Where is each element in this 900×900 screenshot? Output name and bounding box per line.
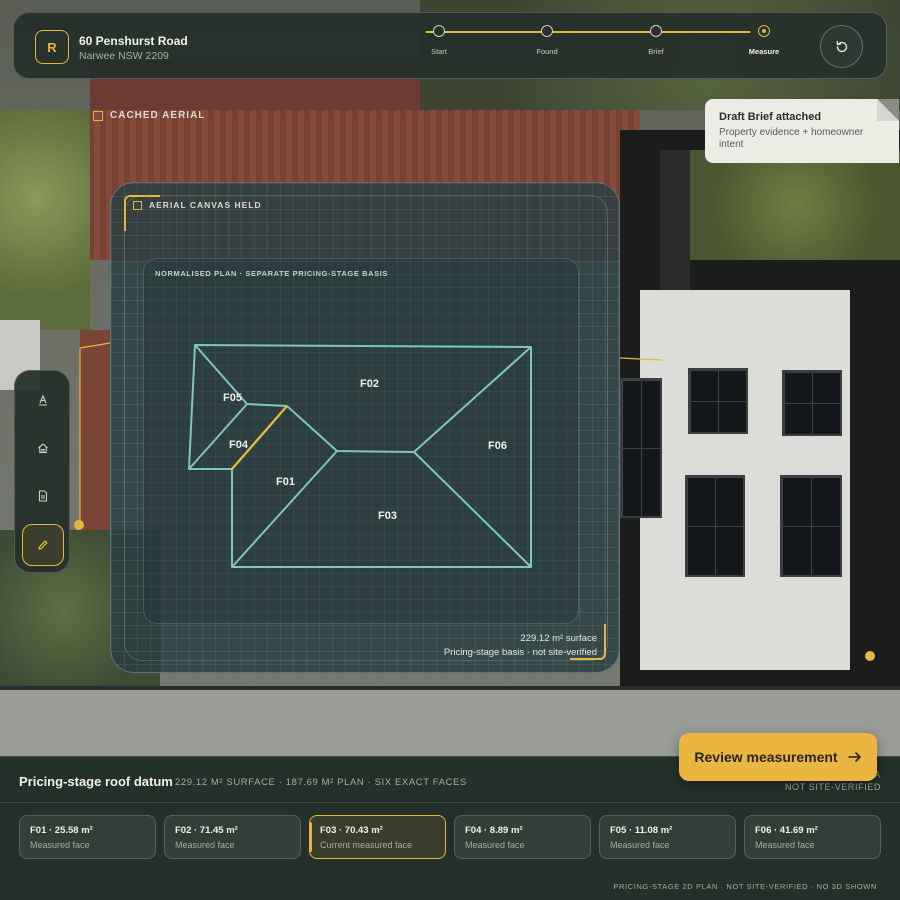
surface-note: 229.12 m² surface Pricing-stage basis · … [444, 632, 597, 660]
face-card-name: F05 · 11.08 m² [610, 825, 673, 836]
document-icon [38, 490, 48, 502]
face-label-f01[interactable]: F01 [276, 476, 295, 488]
step-dot [650, 25, 662, 37]
step-dot [541, 25, 553, 37]
face-label-f03[interactable]: F03 [378, 510, 397, 522]
face-card-name: F06 · 41.69 m² [755, 825, 818, 836]
progress-stepper: Start Found Brief Measure [419, 23, 779, 73]
step-brief[interactable]: Brief [626, 23, 686, 56]
document-tool-button[interactable] [22, 475, 64, 517]
face-card-status: Measured face [30, 840, 90, 850]
step-measure[interactable]: Measure [734, 23, 794, 56]
face-card-name: F02 · 71.45 m² [175, 825, 238, 836]
face-card-f01[interactable]: F01 · 25.58 m² Measured face [19, 815, 156, 859]
dark-roof [660, 150, 690, 290]
edge-handle[interactable] [865, 651, 875, 661]
solar-panel [620, 378, 662, 518]
face-card-status: Measured face [610, 840, 670, 850]
face-card-name: F04 · 8.89 m² [465, 825, 523, 836]
draft-brief-card[interactable]: Draft Brief attached Property evidence +… [705, 99, 899, 163]
face-card-status: Measured face [465, 840, 525, 850]
basis-text: Pricing-stage basis · not site-verified [443, 647, 597, 658]
measurement-canvas[interactable]: AERIAL CANVAS HELD NORMALISED PLAN · SEP… [110, 182, 620, 673]
review-button-label: Review measurement [694, 749, 838, 765]
face-label-f04[interactable]: F04 [229, 439, 249, 451]
datum-title: Pricing-stage roof datum [19, 774, 173, 789]
face-card-name: F01 · 25.58 m² [30, 825, 93, 836]
face-label-f02[interactable]: F02 [360, 378, 379, 390]
refresh-icon [836, 40, 847, 52]
stepper-track [426, 31, 750, 33]
cached-aerial-label: CACHED AERIAL [93, 110, 205, 121]
face-card-status: Measured face [175, 840, 235, 850]
divider [0, 802, 900, 803]
tree-canopy [690, 150, 900, 260]
hip-line [231, 450, 338, 568]
step-label: Start [431, 47, 447, 56]
step-dot [758, 25, 770, 37]
step-label: Found [536, 47, 558, 56]
tool-rail [14, 370, 70, 573]
draft-brief-body: Property evidence + homeowner intent [719, 127, 864, 150]
face-card-f03[interactable]: F03 · 70.43 m² Current measured face [309, 815, 446, 859]
reset-button[interactable] [820, 25, 863, 68]
hip-line [188, 403, 248, 470]
datum-meta: 229.12 M² SURFACE · 187.69 M² PLAN · SIX… [175, 777, 467, 788]
address-title: 60 Penshurst Road [79, 34, 188, 48]
face-card-status: Measured face [755, 840, 815, 850]
edge-handle[interactable] [74, 520, 84, 530]
ridge-line [286, 346, 532, 453]
face-card-f05[interactable]: F05 · 11.08 m² Measured face [599, 815, 736, 859]
step-start[interactable]: Start [409, 23, 469, 56]
solar-panel [780, 475, 842, 577]
face-card-f06[interactable]: F06 · 41.69 m² Measured face [744, 815, 881, 859]
draft-brief-title: Draft Brief attached [719, 111, 822, 123]
measure-tool-button[interactable] [22, 524, 64, 566]
face-card-f02[interactable]: F02 · 71.45 m² Measured face [164, 815, 301, 859]
solar-panel [688, 368, 748, 434]
step-found[interactable]: Found [517, 23, 577, 56]
selected-edge[interactable] [231, 405, 288, 470]
solar-panel [685, 475, 745, 577]
home-tool-button[interactable] [22, 427, 64, 469]
face-list: F01 · 25.58 m² Measured face F02 · 71.45… [19, 815, 881, 859]
cached-aerial-text: CACHED AERIAL [110, 110, 206, 121]
review-measurement-button[interactable]: Review measurement [679, 733, 877, 781]
roof-plan: F05 F02 F04 F06 F01 F03 [188, 344, 532, 568]
address-subtitle: Narwee NSW 2209 [79, 50, 169, 62]
face-label-f05[interactable]: F05 [223, 392, 242, 404]
arrow-right-icon [847, 752, 861, 762]
solar-panel [782, 370, 842, 436]
text-icon [39, 394, 47, 406]
verification-status: NOT SITE-VERIFIED [784, 782, 881, 792]
hip-line [413, 451, 532, 568]
step-dot [433, 25, 445, 37]
face-card-status: Current measured face [320, 840, 413, 850]
step-label: Measure [748, 47, 780, 56]
face-card-f04[interactable]: F04 · 8.89 m² Measured face [454, 815, 591, 859]
roof-edge [80, 330, 110, 530]
footer-note: PRICING-STAGE 2D PLAN · NOT SITE-VERIFIE… [613, 882, 877, 891]
surface-area-text: 229.12 m² surface [520, 633, 597, 644]
face-label-f06[interactable]: F06 [488, 440, 507, 452]
text-tool-button[interactable] [22, 379, 64, 421]
square-icon [93, 110, 103, 121]
header-bar: R 60 Penshurst Road Narwee NSW 2209 Star… [13, 12, 887, 79]
step-label: Brief [648, 47, 664, 56]
face-card-name: F03 · 70.43 m² [320, 825, 383, 836]
pencil-icon [38, 540, 48, 550]
garden-area [0, 110, 90, 330]
home-icon [38, 443, 48, 454]
app-logo[interactable]: R [35, 30, 69, 64]
